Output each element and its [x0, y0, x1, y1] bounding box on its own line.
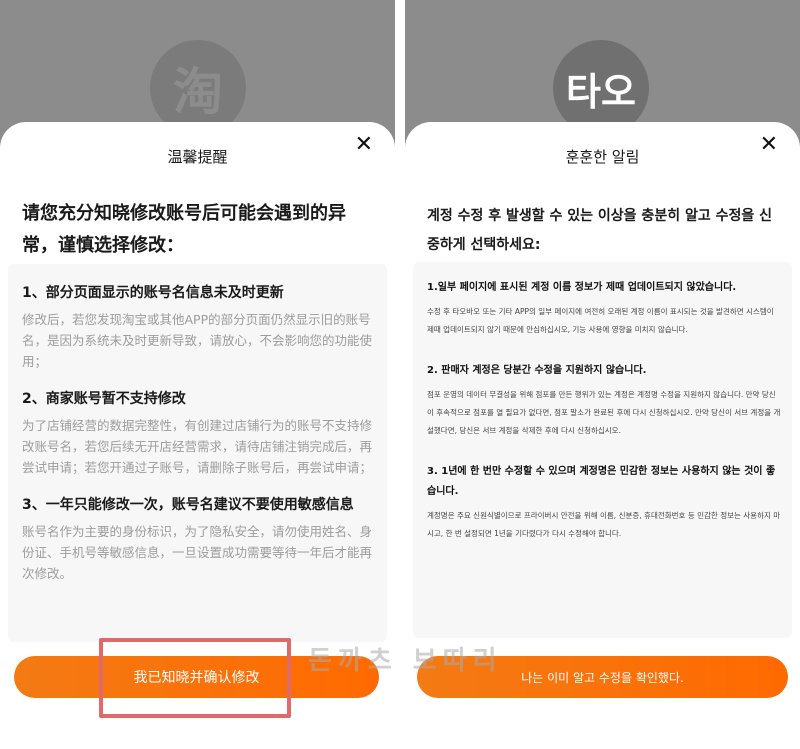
- right-panel: 타오 훈훈한 알림 ✕ 계정 수정 후 발생할 수 있는 이상을 충분히 알고 …: [405, 0, 800, 749]
- notice-item: 1.일부 페이지에 표시된 계정 이름 정보가 제때 업데이트되지 않았습니다.…: [427, 278, 782, 339]
- dialog-heading: 계정 수정 후 발생할 수 있는 이상을 충분히 알고 수정을 신중하게 선택하…: [427, 208, 772, 253]
- notice-item-body: 账号名作为主要的身份标识，为了隐私安全，请勿使用姓名、身份证、手机号等敏感信息，…: [22, 524, 373, 581]
- watermark-text: 돈까츠 보따리: [308, 646, 503, 676]
- close-icon[interactable]: ✕: [760, 132, 778, 157]
- notice-item-body: 为了店铺经营的数据完整性，有创建过店铺行为的账号不支持修改账号名，若您后续无开店…: [22, 418, 373, 475]
- notice-content: 1.일부 페이지에 표시된 계정 이름 정보가 제때 업데이트되지 않았습니다.…: [413, 262, 792, 638]
- notice-item-title: 1.일부 페이지에 표시된 계정 이름 정보가 제때 업데이트되지 않았습니다.: [427, 282, 737, 293]
- notice-item-title: 3、一年只能修改一次，账号名建议不要使用敏感信息: [22, 497, 354, 513]
- notice-item: 3. 1년에 한 번만 수정할 수 있으며 계정명은 민감한 정보는 사용하지 …: [427, 462, 782, 543]
- notice-item-body: 수정 후 타오바오 또는 기타 APP의 일부 페이지에 여전히 오래된 계정 …: [427, 307, 774, 334]
- dialog-heading: 请您充分知晓修改账号后可能会遇到的异常，谨慎选择修改：: [22, 203, 346, 256]
- notice-item-title: 2. 판매자 계정은 당분간 수정을 지원하지 않습니다.: [427, 365, 647, 376]
- notice-item-body: 점포 운영의 데이터 무결성을 위해 점포를 만든 행위가 있는 계정은 계정명…: [427, 390, 781, 435]
- notice-item: 1、部分页面显示的账号名信息未及时更新 修改后，若您发现淘宝或其他APP的部分页…: [22, 282, 373, 372]
- notice-item-body: 修改后，若您发现淘宝或其他APP的部分页面仍然显示旧的账号名，是因为系统未及时更…: [22, 312, 373, 369]
- notice-item-title: 3. 1년에 한 번만 수정할 수 있으며 계정명은 민감한 정보는 사용하지 …: [427, 466, 776, 497]
- dialog-title: 훈훈한 알림: [565, 148, 640, 166]
- notice-item-title: 1、部分页面显示的账号名信息未及时更新: [22, 285, 284, 301]
- notice-item: 2、商家账号暂不支持修改 为了店铺经营的数据完整性，有创建过店铺行为的账号不支持…: [22, 388, 373, 478]
- notice-item-body: 계정명은 주요 신원식별이므로 프라이버시 안전을 위해 이름, 신분증, 휴대…: [427, 511, 781, 538]
- notice-item: 3、一年只能修改一次，账号名建议不要使用敏感信息 账号名作为主要的身份标识，为了…: [22, 494, 373, 584]
- left-panel: 淘 温馨提醒 ✕ 请您充分知晓修改账号后可能会遇到的异常，谨慎选择修改： 1、部…: [0, 0, 395, 749]
- dialog-title: 温馨提醒: [167, 148, 228, 166]
- notice-item-title: 2、商家账号暂不支持修改: [22, 391, 186, 407]
- close-icon[interactable]: ✕: [355, 132, 373, 157]
- notice-content: 1、部分页面显示的账号名信息未及时更新 修改后，若您发现淘宝或其他APP的部分页…: [8, 264, 387, 642]
- notice-item: 2. 판매자 계정은 당분간 수정을 지원하지 않습니다. 점포 운영의 데이터…: [427, 361, 782, 440]
